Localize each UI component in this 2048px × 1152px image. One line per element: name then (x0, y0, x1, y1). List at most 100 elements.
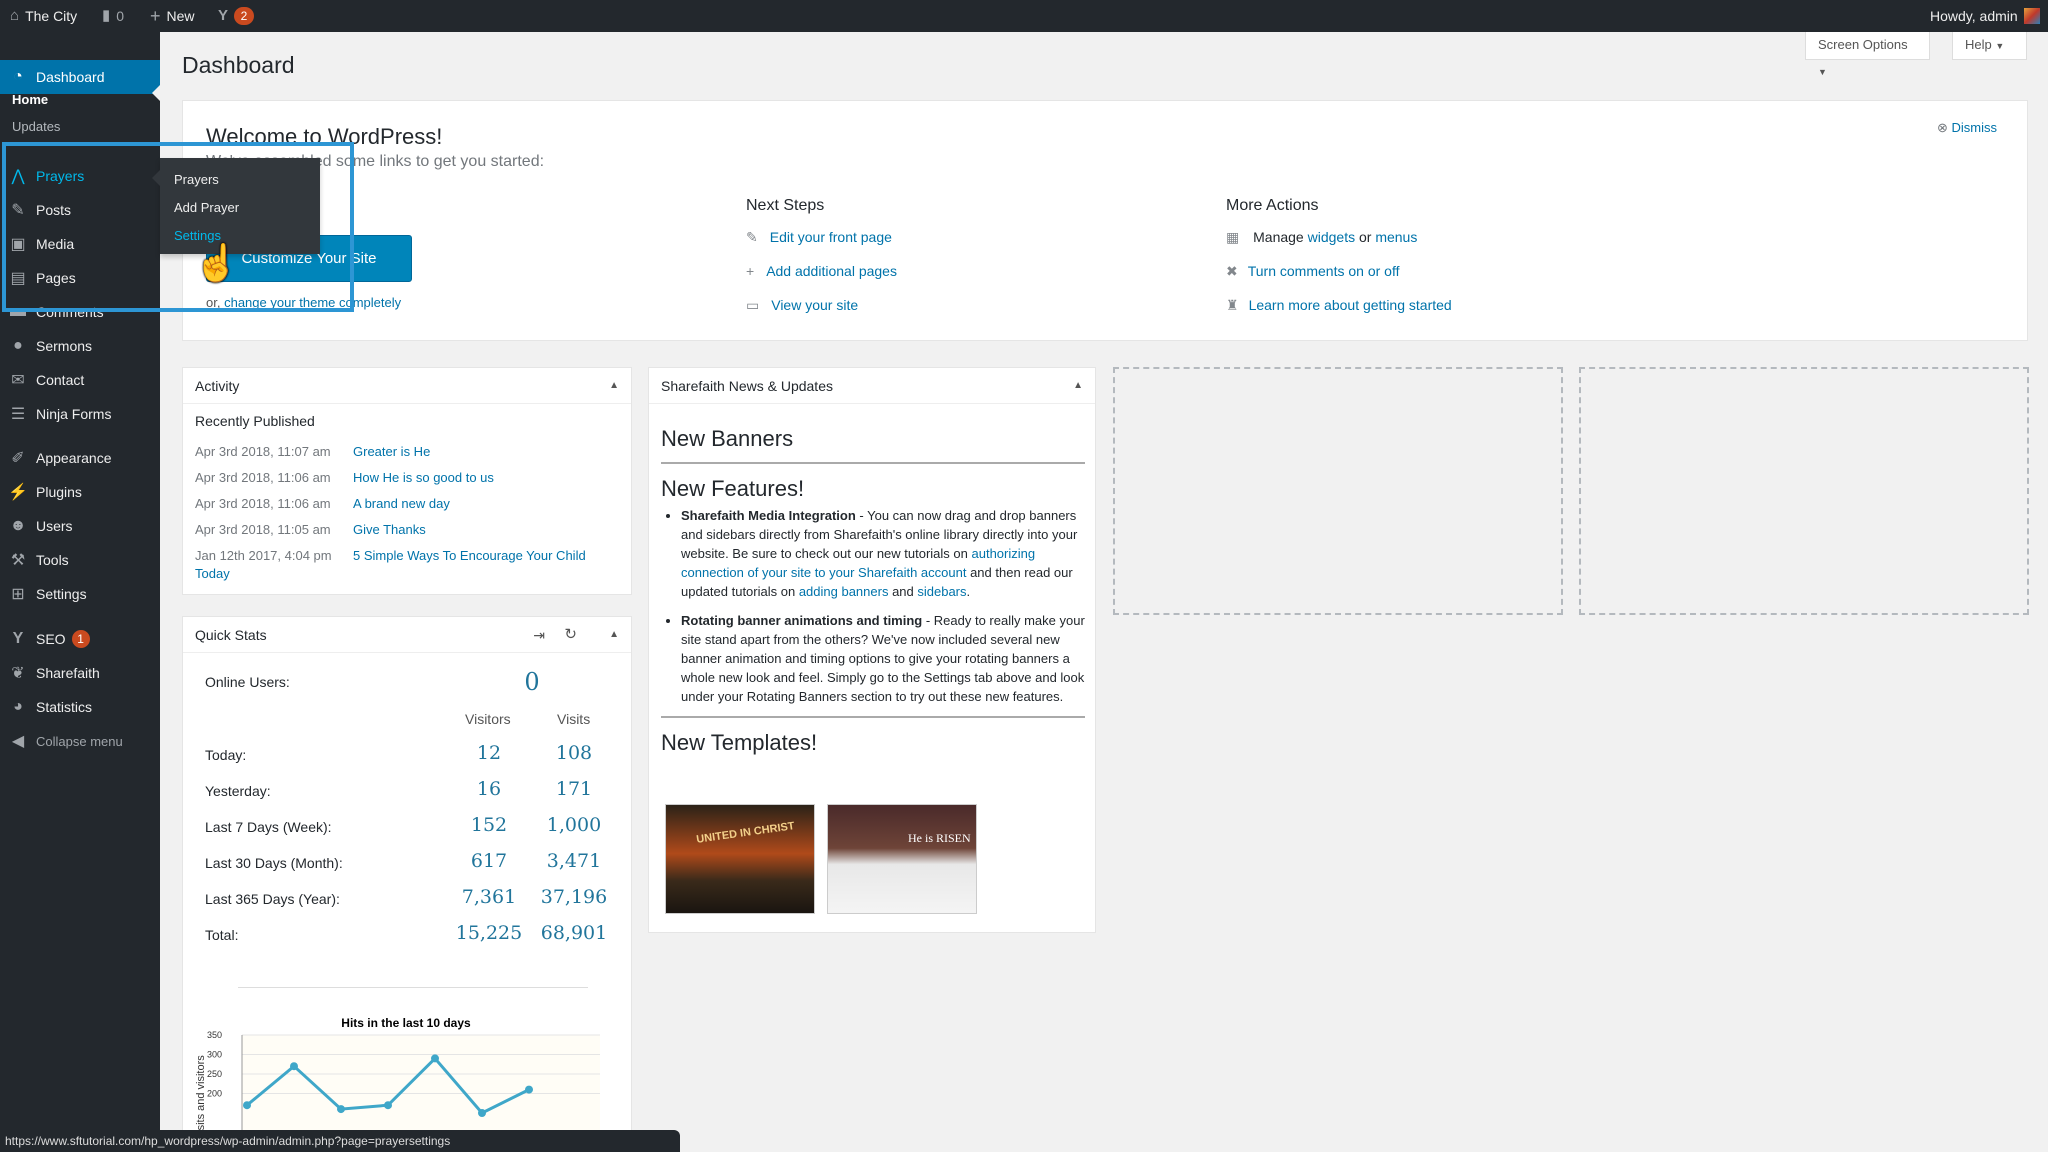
new-templates-heading: New Templates! (661, 716, 1085, 756)
next-step-label: Add additional pages (766, 263, 897, 279)
sidebar-item-label: Sharefaith (36, 665, 100, 681)
next-step-front-page[interactable]: ✎ Edit your front page (746, 229, 892, 246)
stat-row-label: Total: (205, 927, 239, 943)
chart-y-tick-label: 350 (207, 1030, 222, 1040)
sidebar-item-appearance[interactable]: ✐ Appearance (0, 441, 160, 475)
stat-row-label: Last 7 Days (Week): (205, 819, 332, 835)
chart-y-tick-label: 300 (207, 1050, 222, 1060)
activity-post-link[interactable]: 5 Simple Ways To Encourage Your Child (353, 548, 586, 563)
quick-stats-header[interactable]: Quick Stats ⇥ ↻ ▲ (183, 617, 631, 653)
menus-link[interactable]: menus (1375, 229, 1417, 245)
browser-status-bar: https://www.sftutorial.com/hp_wordpress/… (0, 1130, 680, 1152)
stat-visits-value: 37,196 (540, 886, 608, 908)
sidebar-item-label: Settings (36, 586, 87, 602)
sidebar-item-sharefaith[interactable]: ❦ Sharefaith (0, 656, 160, 690)
sidebar-item-tools[interactable]: ⚒ Tools (0, 543, 160, 577)
adding-banners-link[interactable]: adding banners (799, 584, 889, 599)
submenu-updates[interactable]: Updates (12, 119, 60, 134)
stat-row-label: Today: (205, 747, 247, 763)
empty-widget-dropzone[interactable] (1579, 367, 2029, 615)
sidebar-item-dashboard[interactable]: ◔ Dashboard (0, 60, 160, 94)
empty-widget-dropzone[interactable] (1113, 367, 1563, 615)
hand-cursor-icon: ☝ (194, 242, 239, 283)
comment-icon: ▮ (102, 7, 111, 24)
plus-icon: + (150, 6, 161, 26)
activity-header[interactable]: Activity ▲ (183, 368, 631, 404)
leaf-icon: ❦ (11, 665, 25, 682)
sidebar-item-sermons[interactable]: ● Sermons (0, 329, 160, 363)
template-thumbnail-risen[interactable]: He is RISEN (827, 804, 977, 914)
close-icon: ⊗ (1937, 120, 1948, 135)
stat-visits-value: 3,471 (546, 850, 602, 872)
new-banners-heading: New Banners (661, 426, 1085, 464)
chart-y-tick-label: 200 (207, 1089, 222, 1099)
dismiss-label: Dismiss (1951, 120, 1998, 135)
sidebars-link[interactable]: sidebars (917, 584, 966, 599)
learn-more-label: Learn more about getting started (1248, 297, 1452, 313)
tutorial-highlight-box (2, 142, 354, 312)
chart-y-axis-label: Visits and visitors (195, 1055, 207, 1140)
caret-down-icon: ▼ (1818, 67, 1827, 77)
sidebar-item-settings[interactable]: ⊞ Settings (0, 577, 160, 611)
sidebar-item-label: Contact (36, 372, 85, 388)
submenu-home[interactable]: Home (12, 92, 48, 107)
activity-post-link[interactable]: A brand new day (353, 496, 450, 511)
collapse-toggle-icon[interactable]: ▲ (609, 617, 619, 653)
activity-date: Apr 3rd 2018, 11:06 am (195, 496, 331, 511)
site-name-link[interactable]: ⌂ The City (10, 0, 77, 32)
my-account-link[interactable]: Howdy, admin (1930, 0, 2040, 32)
sidebar-item-label: Sermons (36, 338, 93, 354)
sidebar-item-users[interactable]: ☻ Users (0, 509, 160, 543)
activity-post-link[interactable]: Greater is He (353, 444, 430, 459)
sidebar-item-label: Statistics (36, 699, 93, 715)
help-button[interactable]: Help ▼ (1952, 32, 2027, 60)
manage-prefix: Manage (1253, 229, 1304, 245)
current-menu-arrow (152, 84, 161, 102)
widgets-link[interactable]: widgets (1308, 229, 1355, 245)
activity-post-link[interactable]: Give Thanks (353, 522, 426, 537)
chart-data-point (525, 1085, 533, 1094)
sharefaith-news-header[interactable]: Sharefaith News & Updates ▲ (649, 368, 1095, 404)
collapse-menu-button[interactable]: ◀ Collapse menu (0, 724, 160, 758)
recently-published-heading: Recently Published (195, 413, 315, 429)
comments-count: 0 (116, 8, 125, 24)
chart-data-point (478, 1109, 486, 1117)
learn-more-link[interactable]: ♜ Learn more about getting started (1226, 297, 1452, 314)
stats-divider (238, 987, 588, 988)
seo-adminbar-link[interactable]: Y 2 (218, 0, 255, 32)
stat-visits-value: 171 (555, 778, 593, 800)
activity-post-link-wrap[interactable]: Today (195, 566, 230, 581)
stat-visits-value: 108 (555, 742, 593, 764)
howdy-label: Howdy, admin (1930, 8, 2018, 24)
refresh-icon[interactable]: ↻ (564, 617, 577, 653)
chart-y-tick-label: 250 (207, 1069, 222, 1079)
comments-toggle-link[interactable]: ✖ Turn comments on or off (1226, 263, 1399, 280)
stat-visits-value: 1,000 (546, 814, 602, 836)
chart-title: Hits in the last 10 days (341, 1016, 471, 1030)
feature-item-media: Sharefaith Media Integration - You can n… (681, 506, 1085, 601)
screen-options-label: Screen Options (1818, 37, 1908, 52)
or-word: or (1358, 229, 1372, 245)
template-thumbnail-united[interactable]: UNITED IN CHRIST (665, 804, 815, 914)
collapse-toggle-icon[interactable]: ▲ (609, 368, 619, 404)
sidebar-item-statistics[interactable]: ◕ Statistics (0, 690, 160, 724)
comments-link[interactable]: ▮ 0 (102, 0, 124, 32)
new-content-link[interactable]: + New (150, 0, 195, 32)
next-step-label: View your site (771, 297, 859, 313)
next-step-view-site[interactable]: ▭ View your site (746, 297, 858, 314)
sidebar-item-plugins[interactable]: ⚡ Plugins (0, 475, 160, 509)
activity-post-link[interactable]: How He is so good to us (353, 470, 494, 485)
next-step-add-pages[interactable]: + Add additional pages (746, 263, 897, 279)
collapse-icon: ◀ (11, 733, 25, 750)
sidebar-item-label: Users (36, 518, 73, 534)
dismiss-link[interactable]: ⊗ Dismiss (1937, 120, 1997, 136)
sidebar-item-ninja-forms[interactable]: ☰ Ninja Forms (0, 397, 160, 431)
new-label: New (166, 8, 195, 24)
screen-options-button[interactable]: Screen Options ▼ (1805, 32, 1930, 77)
collapse-toggle-icon[interactable]: ▲ (1073, 368, 1083, 404)
sidebar-item-contact[interactable]: ✉ Contact (0, 363, 160, 397)
export-icon[interactable]: ⇥ (533, 617, 545, 653)
sidebar-item-seo[interactable]: Y SEO 1 (0, 622, 160, 656)
activity-title: Activity (195, 378, 240, 394)
welcome-panel: Welcome to WordPress! We've assembled so… (182, 100, 2028, 341)
